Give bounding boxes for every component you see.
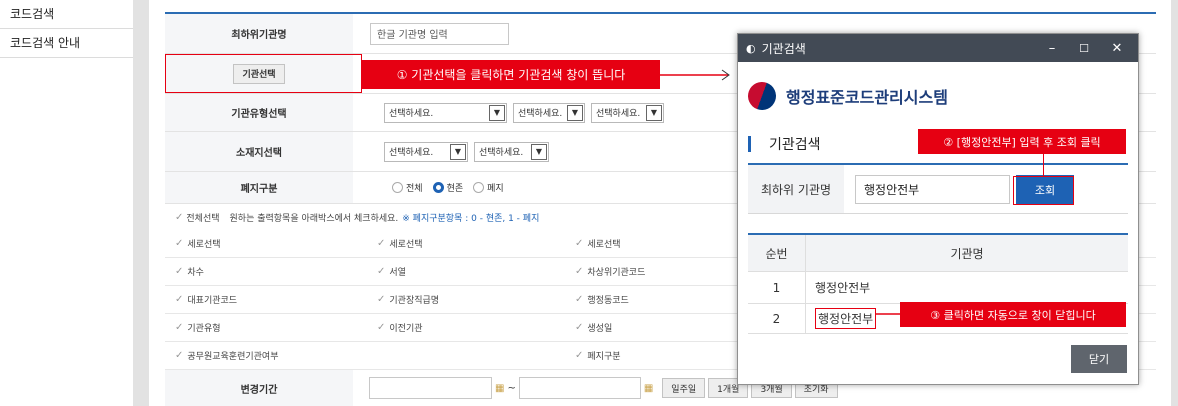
gutter-right	[1171, 0, 1178, 406]
radio-selected-icon	[432, 182, 444, 193]
period-end-input[interactable]	[518, 377, 641, 399]
sidebar-item-code-search[interactable]: 코드검색	[0, 0, 133, 29]
checkbox-item[interactable]: ✓ 폐지구분	[575, 342, 621, 369]
chevron-down-icon: ▼	[567, 104, 583, 121]
org-search-popup: ◐ 기관검색 – ☐ ✕ 행정표준코드관리시스템 기관검색 최하위 기관명 행정…	[737, 33, 1139, 385]
select-all-note: ※ 폐지구분항목 : 0 - 현존, 1 - 폐지	[402, 213, 540, 224]
radio-icon	[392, 182, 403, 193]
table-row[interactable]: 1 행정안전부	[748, 272, 1128, 304]
checkbox-item[interactable]: ✓ 세로선택	[575, 230, 621, 257]
check-icon: ✓	[175, 350, 184, 361]
period-label: 변경기간	[165, 370, 353, 406]
popup-table-header: 순번 기관명	[748, 235, 1128, 272]
radio-abolished[interactable]: 폐지	[473, 181, 504, 194]
row-org-name[interactable]: 행정안전부	[805, 272, 1128, 303]
chevron-down-icon: ▼	[489, 104, 505, 121]
checkbox-item[interactable]: ✓ 행정동코드	[575, 286, 629, 313]
popup-logo-row: 행정표준코드관리시스템	[744, 78, 948, 114]
abolished-radio-group: 전체 현존 폐지	[392, 181, 504, 194]
annotation-step3: ③ 클릭하면 자동으로 창이 닫힙니다	[900, 302, 1126, 327]
arrow-right-icon	[660, 69, 730, 81]
select-all-line: ✓ 전체선택 원하는 출력항목을 아래박스에서 체크하세요. ※ 폐지구분항목 :…	[175, 204, 539, 230]
calendar-icon[interactable]: ▦	[644, 383, 653, 394]
check-icon: ✓	[175, 294, 184, 305]
sidebar: 코드검색 코드검색 안내	[0, 0, 133, 406]
annotation-step2: ② [행정안전부] 입력 후 조회 클릭	[918, 129, 1126, 154]
check-icon: ✓	[175, 266, 184, 277]
check-icon: ✓	[575, 350, 584, 361]
org-type-label: 기관유형선택	[165, 94, 353, 131]
checkbox-item[interactable]: ✓ 세로선택	[175, 230, 221, 257]
period-week-button[interactable]: 일주일	[662, 378, 706, 398]
popup-search-input[interactable]: 행정안전부	[855, 175, 1010, 204]
calendar-icon[interactable]: ▦	[495, 383, 504, 394]
org-type-select-2[interactable]: 선택하세요. ▼	[513, 102, 585, 123]
popup-search-label: 최하위 기관명	[748, 165, 844, 213]
row-org-name-highlight[interactable]: 행정안전부	[815, 308, 877, 329]
popup-section-title: 기관검색	[748, 134, 821, 154]
maximize-icon[interactable]: ☐	[1068, 34, 1100, 62]
location-select-1[interactable]: 선택하세요. ▼	[384, 141, 468, 162]
app-logo-icon: ◐	[746, 41, 756, 55]
checkbox-item[interactable]: ✓ 생성일	[575, 314, 612, 341]
check-icon: ✓	[377, 266, 386, 277]
annotation-outline-org-select	[165, 54, 362, 93]
check-icon: ✓	[575, 322, 584, 333]
gutter	[133, 0, 149, 406]
location-label: 소재지선택	[165, 132, 353, 171]
header-no: 순번	[765, 246, 788, 261]
chevron-down-icon: ▼	[450, 143, 466, 160]
checkbox-item[interactable]: ✓ 차상위기관코드	[575, 258, 645, 285]
select-all-checkbox[interactable]: ✓ 전체선택	[175, 211, 220, 224]
annotation-step2-connector	[1043, 154, 1044, 176]
header-org-name: 기관명	[805, 235, 1128, 271]
radio-existing[interactable]: 현존	[432, 181, 463, 194]
check-icon: ✓	[377, 294, 386, 305]
taegeuk-logo-icon	[744, 78, 780, 114]
annotation-step3-connector	[876, 313, 900, 315]
org-type-select-1[interactable]: 선택하세요. ▼	[384, 102, 507, 123]
check-icon: ✓	[175, 322, 184, 333]
minimize-icon[interactable]: –	[1036, 34, 1068, 62]
check-icon: ✓	[175, 238, 184, 249]
select-all-instruction: 원하는 출력항목을 아래박스에서 체크하세요.	[229, 213, 399, 224]
radio-icon	[473, 182, 485, 193]
checkbox-item[interactable]: ✓ 서열	[377, 258, 406, 285]
checkbox-item[interactable]: ✓ 기관장직급명	[377, 286, 439, 313]
close-icon[interactable]: ✕	[1101, 34, 1133, 62]
chevron-down-icon: ▼	[646, 104, 662, 121]
checkbox-item[interactable]: ✓ 이전기관	[377, 314, 423, 341]
popup-close-button[interactable]: 닫기	[1071, 345, 1127, 373]
abolished-label: 폐지구분	[165, 172, 353, 203]
period-start-input[interactable]	[369, 377, 492, 399]
checkbox-item[interactable]: ✓ 차수	[175, 258, 204, 285]
check-icon: ✓	[377, 238, 386, 249]
checkbox-item[interactable]: ✓ 세로선택	[377, 230, 423, 257]
section-bar	[748, 136, 751, 152]
popup-title: 기관검색	[761, 41, 806, 56]
check-icon: ✓	[575, 266, 584, 277]
sidebar-item-code-search-guide[interactable]: 코드검색 안내	[0, 29, 133, 58]
radio-all[interactable]: 전체	[392, 181, 423, 194]
checkbox-item[interactable]: ✓ 공무원교육훈련기관여부	[175, 342, 278, 369]
check-icon: ✓	[175, 211, 184, 223]
checkbox-item[interactable]: ✓ 기관유형	[175, 314, 221, 341]
location-select-2[interactable]: 선택하세요. ▼	[474, 141, 549, 162]
annotation-step1: ① 기관선택을 클릭하면 기관검색 창이 뜹니다	[362, 60, 660, 89]
row-no: 2	[772, 311, 781, 326]
check-icon: ✓	[575, 238, 584, 249]
check-icon: ✓	[575, 294, 584, 305]
org-type-select-3[interactable]: 선택하세요. ▼	[591, 102, 664, 123]
check-icon: ✓	[377, 322, 386, 333]
lowest-org-name-label: 최하위기관명	[165, 14, 353, 53]
lowest-org-name-input[interactable]: 한글 기관명 입력	[370, 22, 509, 45]
annotation-outline-search-button	[1013, 176, 1074, 205]
chevron-down-icon: ▼	[531, 143, 547, 160]
system-name: 행정표준코드관리시스템	[786, 88, 948, 107]
row-no: 1	[772, 280, 781, 295]
checkbox-item[interactable]: ✓ 대표기관코드	[175, 286, 237, 313]
